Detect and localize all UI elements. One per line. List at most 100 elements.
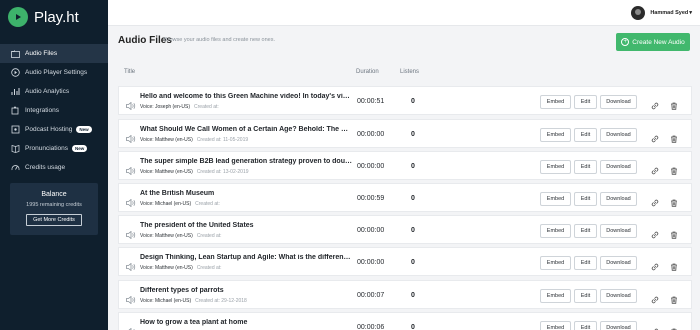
column-listens: Listens (400, 69, 420, 75)
table-row[interactable]: The president of the United States Voice… (118, 215, 692, 244)
embed-button[interactable]: Embed (540, 256, 571, 270)
audio-title[interactable]: Hello and welcome to this Green Machine … (140, 93, 352, 100)
download-button[interactable]: Download (600, 256, 637, 270)
trash-icon[interactable] (670, 194, 678, 212)
table-header: Title Duration Listens (116, 62, 692, 82)
listens-value: 0 (411, 195, 415, 202)
speaker-icon[interactable] (126, 162, 136, 180)
play-circle-icon (10, 68, 20, 78)
speaker-icon[interactable] (126, 130, 136, 148)
embed-button[interactable]: Embed (540, 95, 571, 109)
audio-meta: Voice: Matthew (en-US) Created at: 13-02-… (140, 169, 249, 175)
create-new-audio-button[interactable]: + Create New Audio (616, 33, 690, 51)
audio-title[interactable]: How to grow a tea plant at home (140, 319, 352, 326)
listens-value: 0 (411, 131, 415, 138)
link-icon[interactable] (651, 97, 659, 115)
audio-title[interactable]: What Should We Call Women of a Certain A… (140, 126, 352, 133)
audio-meta: Voice: Michael (en-US) Created at: 29-12-… (140, 298, 247, 304)
edit-button[interactable]: Edit (574, 224, 597, 238)
audio-meta: Voice: Joseph (en-US) Created at: (140, 104, 219, 110)
download-button[interactable]: Download (600, 321, 637, 330)
link-icon[interactable] (651, 194, 659, 212)
user-name: Hammad Syed (650, 10, 689, 16)
speaker-icon[interactable] (126, 323, 136, 330)
download-button[interactable]: Download (600, 192, 637, 206)
link-icon[interactable] (651, 323, 659, 330)
voice-label: Voice: Matthew (en-US) (140, 265, 193, 271)
speaker-icon[interactable] (126, 226, 136, 244)
table-row[interactable]: At the British Museum Voice: Michael (en… (118, 183, 692, 212)
sidebar-item-audio-files[interactable]: Audio Files (0, 44, 108, 63)
speaker-icon[interactable] (126, 291, 136, 309)
trash-icon[interactable] (670, 323, 678, 330)
sidebar-item-podcast-hosting[interactable]: Podcast Hosting New (0, 120, 108, 139)
duration-value: 00:00:00 (357, 227, 385, 234)
table-row[interactable]: What Should We Call Women of a Certain A… (118, 119, 692, 148)
puzzle-icon (10, 106, 20, 116)
download-button[interactable]: Download (600, 160, 637, 174)
sidebar-item-label: Audio Files (25, 50, 58, 57)
speaker-icon[interactable] (126, 258, 136, 276)
avatar (631, 6, 646, 20)
table-row[interactable]: Different types of parrots Voice: Michae… (118, 280, 692, 309)
trash-icon[interactable] (670, 226, 678, 244)
get-more-credits-button[interactable]: Get More Credits (26, 214, 82, 226)
voice-label: Voice: Michael (en-US) (140, 298, 192, 304)
sidebar-item-audio-analytics[interactable]: Audio Analytics (0, 82, 108, 101)
link-icon[interactable] (651, 162, 659, 180)
audio-title[interactable]: The president of the United States (140, 222, 352, 229)
duration-value: 00:00:51 (357, 98, 385, 105)
remaining-credits: 1995 remaining credits (26, 202, 82, 208)
trash-icon[interactable] (670, 291, 678, 309)
edit-button[interactable]: Edit (574, 256, 597, 270)
link-icon[interactable] (651, 258, 659, 276)
embed-button[interactable]: Embed (540, 160, 571, 174)
plus-circle-icon: + (621, 38, 630, 46)
trash-icon[interactable] (670, 162, 678, 180)
sidebar-item-integrations[interactable]: Integrations (0, 101, 108, 120)
embed-button[interactable]: Embed (540, 321, 571, 330)
link-icon[interactable] (651, 291, 659, 309)
embed-button[interactable]: Embed (540, 128, 571, 142)
audio-meta: Voice: Matthew (en-US) Created at: 11-05-… (140, 137, 248, 143)
link-icon[interactable] (651, 130, 659, 148)
edit-button[interactable]: Edit (574, 160, 597, 174)
download-button[interactable]: Download (600, 128, 637, 142)
table-row[interactable]: Hello and welcome to this Green Machine … (118, 86, 692, 115)
edit-button[interactable]: Edit (574, 321, 597, 330)
trash-icon[interactable] (670, 97, 678, 115)
embed-button[interactable]: Embed (540, 224, 571, 238)
balance-title: Balance (41, 191, 67, 198)
audio-title[interactable]: Design Thinking, Lean Startup and Agile:… (140, 254, 352, 261)
trash-icon[interactable] (670, 258, 678, 276)
sidebar-item-label: Credits usage (25, 164, 66, 171)
table-row[interactable]: The super simple B2B lead generation str… (118, 151, 692, 180)
edit-button[interactable]: Edit (574, 289, 597, 303)
embed-button[interactable]: Embed (540, 192, 571, 206)
download-button[interactable]: Download (600, 95, 637, 109)
sidebar-item-pronunciations[interactable]: Pronunciations New (0, 139, 108, 158)
speaker-icon[interactable] (126, 97, 136, 115)
sidebar-item-credits-usage[interactable]: Credits usage (0, 158, 108, 177)
edit-button[interactable]: Edit (574, 192, 597, 206)
table-row[interactable]: Design Thinking, Lean Startup and Agile:… (118, 247, 692, 276)
download-button[interactable]: Download (600, 224, 637, 238)
link-icon[interactable] (651, 226, 659, 244)
user-menu[interactable]: Hammad Syed ▾ (631, 6, 692, 20)
sidebar-item-audio-player-settings[interactable]: Audio Player Settings (0, 63, 108, 82)
duration-value: 00:00:00 (357, 259, 385, 266)
trash-icon[interactable] (670, 130, 678, 148)
audio-title[interactable]: Different types of parrots (140, 287, 352, 294)
listens-value: 0 (411, 292, 415, 299)
audio-title[interactable]: The super simple B2B lead generation str… (140, 158, 352, 165)
sidebar-item-label: Podcast Hosting (25, 126, 73, 133)
logo[interactable]: Play.ht (0, 0, 108, 34)
speaker-icon[interactable] (126, 194, 136, 212)
table-row[interactable]: How to grow a tea plant at home 00:00:06… (118, 312, 692, 330)
edit-button[interactable]: Edit (574, 95, 597, 109)
created-at: Created at: 13-02-2019 (196, 169, 249, 175)
embed-button[interactable]: Embed (540, 289, 571, 303)
download-button[interactable]: Download (600, 289, 637, 303)
edit-button[interactable]: Edit (574, 128, 597, 142)
audio-title[interactable]: At the British Museum (140, 190, 352, 197)
